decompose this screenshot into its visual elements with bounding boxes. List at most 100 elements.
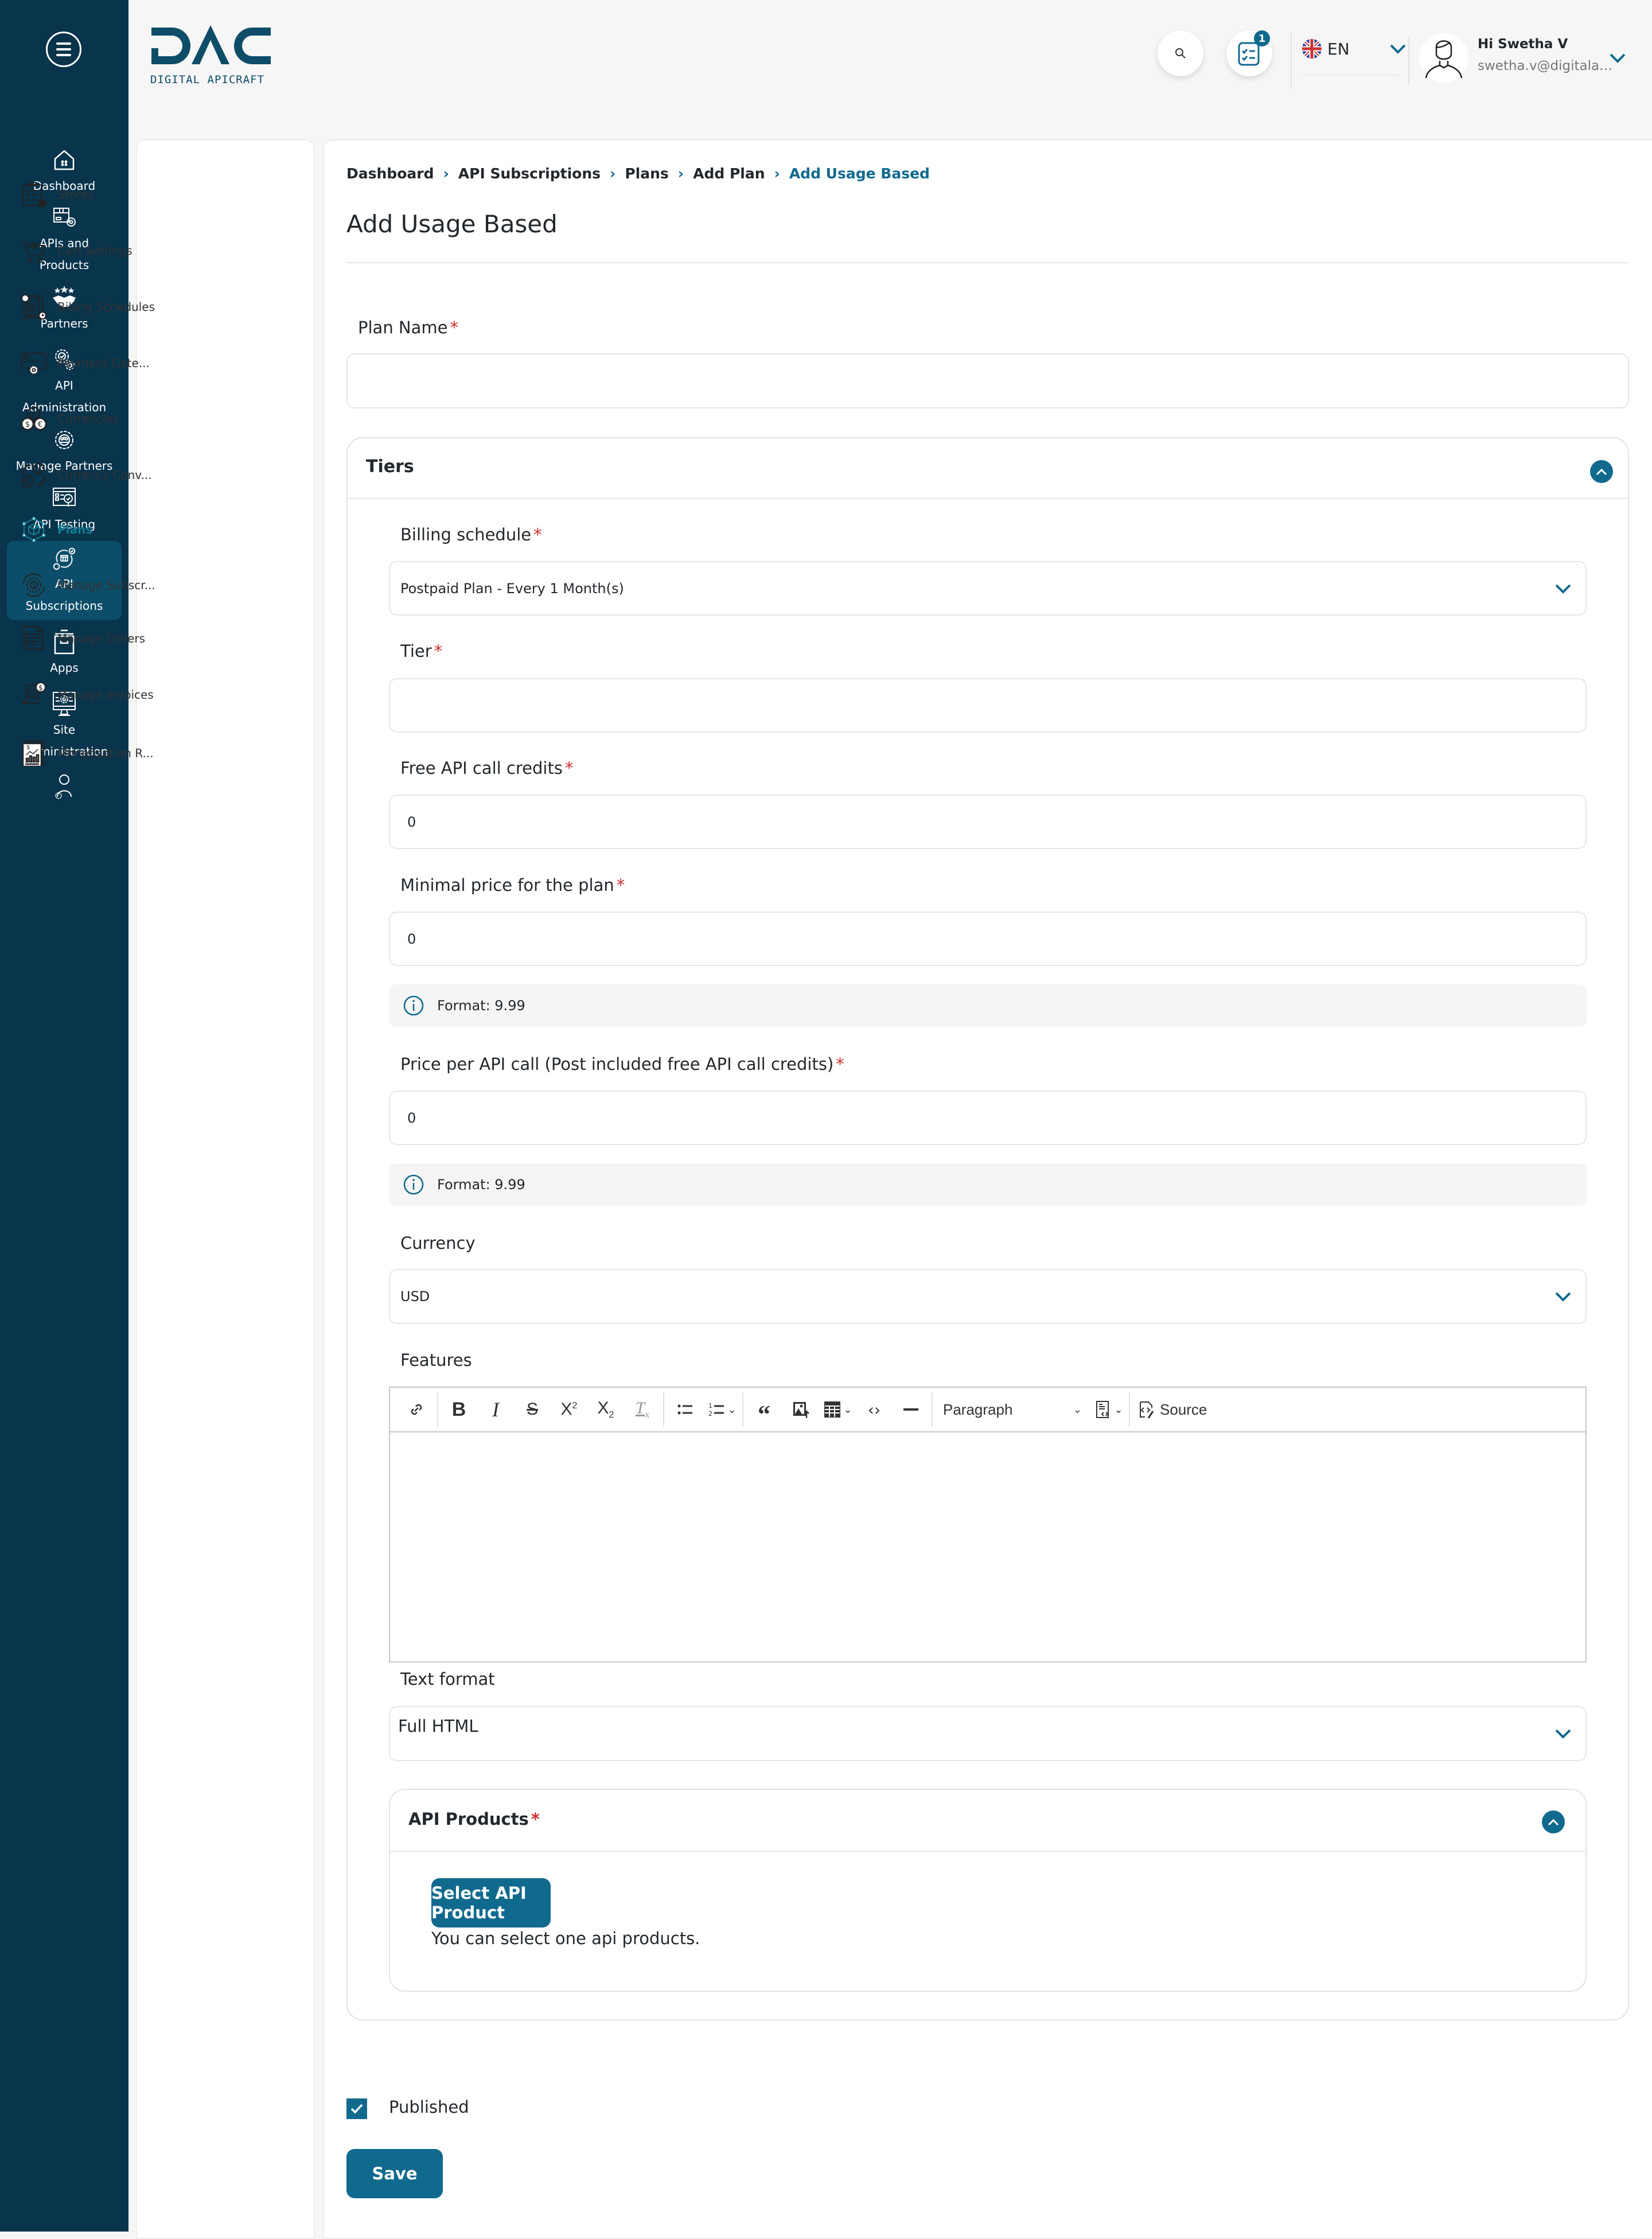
link-button[interactable]	[398, 1392, 435, 1427]
italic-button[interactable]: I	[477, 1392, 514, 1427]
insert-table-button[interactable]: ⌄	[819, 1392, 856, 1427]
tier-input[interactable]	[389, 678, 1587, 733]
user-menu-chevron-icon[interactable]	[1610, 53, 1626, 63]
features-label: Features	[400, 1350, 472, 1370]
hamburger-menu-icon[interactable]	[46, 32, 81, 67]
required-marker: *	[616, 875, 625, 895]
numbered-list-button[interactable]: 1 2 ⌄	[703, 1392, 740, 1427]
html-embed-button[interactable]: ⌄	[1090, 1392, 1127, 1427]
subnav-item-manage-invoices[interactable]: $ Manage Invoices	[21, 682, 154, 708]
page-title: Add Usage Based	[346, 210, 558, 238]
sidebar-item-user-settings[interactable]	[7, 772, 122, 800]
free-api-credits-input[interactable]: 0	[389, 795, 1587, 849]
breadcrumb-api-subscriptions[interactable]: API Subscriptions	[458, 165, 601, 182]
strikethrough-icon: S	[526, 1400, 538, 1419]
price-per-call-hint: Format: 9.99	[389, 1163, 1587, 1206]
breadcrumb: Dashboard › API Subscriptions › Plans › …	[346, 165, 930, 182]
subnav-item-monetization-reports[interactable]: $ Monetization R...	[21, 740, 154, 766]
chevron-down-icon: ⌄	[843, 1403, 852, 1416]
svg-text:$: $	[25, 420, 30, 429]
chevron-down-icon	[1555, 1292, 1571, 1302]
subnav-item-label: Monetization R...	[57, 746, 154, 760]
billing-schedule-label: Billing schedule *	[400, 525, 542, 544]
api-products-collapse-button[interactable]	[1542, 1810, 1565, 1833]
features-content-area[interactable]	[390, 1434, 1585, 1661]
language-selector[interactable]: EN	[1302, 39, 1406, 59]
subnav-item-plans[interactable]: Plans	[21, 516, 92, 543]
subnav-item-stores[interactable]: Stores	[21, 181, 93, 208]
bulleted-list-button[interactable]	[667, 1392, 703, 1427]
breadcrumb-add-plan[interactable]: Add Plan	[693, 165, 765, 182]
currency-select[interactable]: USD	[389, 1269, 1587, 1324]
superscript-button[interactable]: X2	[551, 1392, 587, 1427]
horizontal-line-button[interactable]	[893, 1392, 929, 1427]
subnav-item-label: Plans	[57, 523, 93, 536]
strikethrough-button[interactable]: S	[514, 1392, 551, 1427]
remove-format-icon: Tx	[635, 1399, 650, 1420]
tasks-notification-button[interactable]: 1	[1226, 30, 1272, 76]
remove-format-button[interactable]: Tx	[624, 1392, 661, 1427]
chevron-down-icon: ⌄	[1114, 1403, 1123, 1416]
subnav-item-currency-conversion[interactable]: ¥ € Currency Conv...	[21, 462, 152, 488]
subnav-item-payment-gateways[interactable]: Payment Gate...	[21, 350, 150, 376]
insert-image-button[interactable]	[782, 1392, 819, 1427]
tier-label-text: Tier	[400, 641, 432, 661]
svg-text:$: $	[26, 745, 30, 751]
subnav-item-manage-orders[interactable]: Manage Orders	[21, 625, 145, 652]
search-icon	[1175, 48, 1186, 59]
subnav-item-label: Stores	[57, 188, 94, 201]
subnav-item-currencies[interactable]: £ $ € Currencies	[21, 406, 119, 432]
select-api-product-button[interactable]: Select API Product	[431, 1878, 551, 1928]
subnav-item-label: Cart Settings	[57, 244, 133, 258]
price-per-call-input[interactable]: 0	[389, 1091, 1587, 1145]
toolbar-divider	[663, 1392, 664, 1427]
dollar-gear-cycle-icon: $	[23, 573, 45, 597]
package-gear-icon	[53, 208, 76, 227]
published-checkbox[interactable]	[346, 2098, 367, 2119]
billing-docs-clock-icon	[21, 294, 46, 320]
text-format-select[interactable]: Full HTML	[389, 1706, 1587, 1761]
breadcrumb-plans[interactable]: Plans	[625, 165, 668, 182]
code-button[interactable]: ‹›	[856, 1392, 893, 1427]
breadcrumb-current: Add Usage Based	[789, 165, 930, 182]
bold-icon: B	[451, 1398, 466, 1420]
heading-select[interactable]: Paragraph ⌄	[935, 1392, 1090, 1427]
svg-text:€: €	[25, 478, 30, 486]
text-format-label: Text format	[400, 1669, 495, 1689]
tiers-collapse-button[interactable]	[1590, 460, 1613, 483]
title-divider	[346, 262, 1629, 263]
chevron-right-icon: ›	[774, 165, 780, 182]
breadcrumb-dashboard[interactable]: Dashboard	[346, 165, 434, 182]
billing-schedule-select[interactable]: Postpaid Plan - Every 1 Month(s)	[389, 561, 1587, 616]
subscription-cycle-icon	[53, 547, 76, 570]
toolbar-divider	[1129, 1392, 1130, 1427]
chevron-right-icon: ›	[677, 165, 684, 182]
search-button[interactable]	[1158, 30, 1203, 76]
subnav-item-label: Manage Subscr...	[57, 578, 155, 592]
subnav-item-cart-settings[interactable]: Cart Settings	[21, 237, 133, 264]
plan-name-input[interactable]	[346, 353, 1629, 408]
user-greeting: Hi Swetha V	[1478, 37, 1568, 52]
api-products-helper-text: You can select one api products.	[431, 1929, 700, 1948]
save-button[interactable]: Save	[346, 2149, 443, 2198]
chevron-up-icon	[1548, 1819, 1559, 1826]
text-format-value: Full HTML	[398, 1716, 478, 1736]
minimal-price-input[interactable]: 0	[389, 912, 1587, 966]
dac-logo[interactable]: DIGITAL APICRAFT	[150, 25, 271, 86]
bold-button[interactable]: B	[441, 1392, 477, 1427]
features-editor: B I S X2 X2 Tx 1 2 ⌄ “ ⌄ ‹› Paragraph ⌄ ⌄ …	[389, 1387, 1587, 1662]
blockquote-button[interactable]: “	[746, 1392, 782, 1428]
subnav-item-billing-schedules[interactable]: Billing Schedules	[21, 294, 155, 320]
cart-gear-icon	[22, 242, 46, 263]
user-avatar[interactable]	[1419, 33, 1468, 83]
required-marker: *	[533, 525, 542, 544]
horizontal-line-icon	[903, 1408, 918, 1411]
subscript-button[interactable]: X2	[587, 1392, 624, 1427]
chevron-down-icon: ⌄	[727, 1403, 737, 1416]
subnav-item-label: Payment Gate...	[57, 356, 150, 370]
chevron-up-icon	[1596, 468, 1607, 476]
required-marker: *	[836, 1054, 844, 1074]
subnav-item-manage-subscriptions[interactable]: $ Manage Subscr...	[21, 572, 155, 598]
user-gear-icon	[55, 774, 72, 799]
source-button[interactable]: Source	[1132, 1392, 1211, 1427]
